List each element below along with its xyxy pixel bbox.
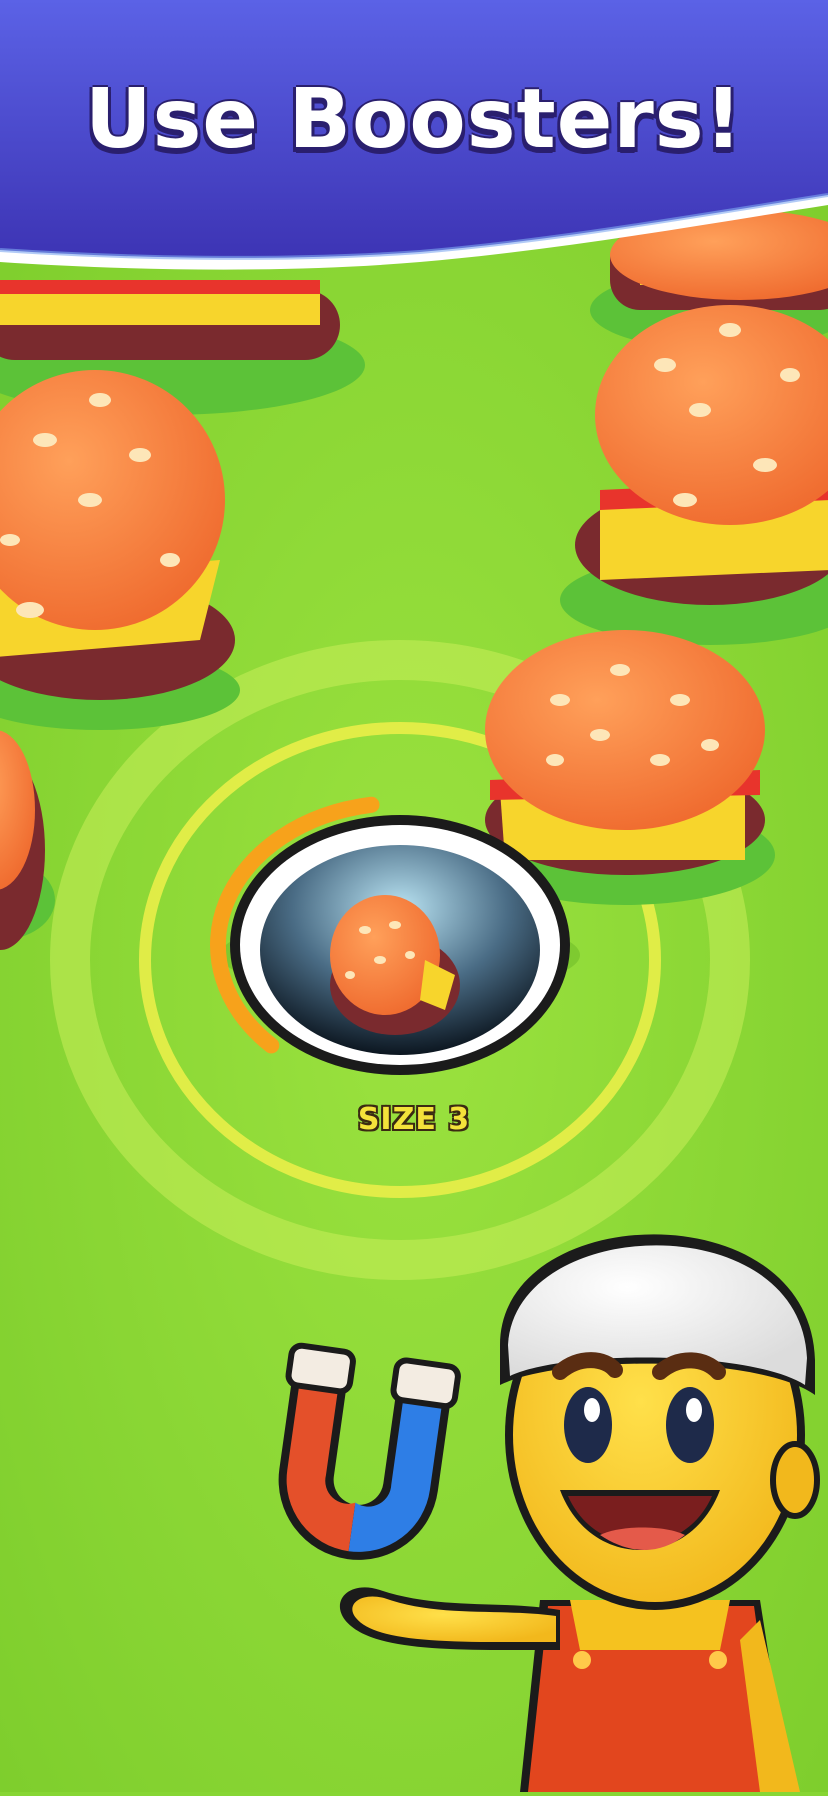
banner-title: Use Boosters! [85, 72, 743, 167]
game-scene[interactable]: Use Boosters! SIZE 3 [0, 0, 828, 1792]
hole-size-label: SIZE 3 [357, 1102, 471, 1137]
game-canvas[interactable] [0, 0, 828, 1792]
